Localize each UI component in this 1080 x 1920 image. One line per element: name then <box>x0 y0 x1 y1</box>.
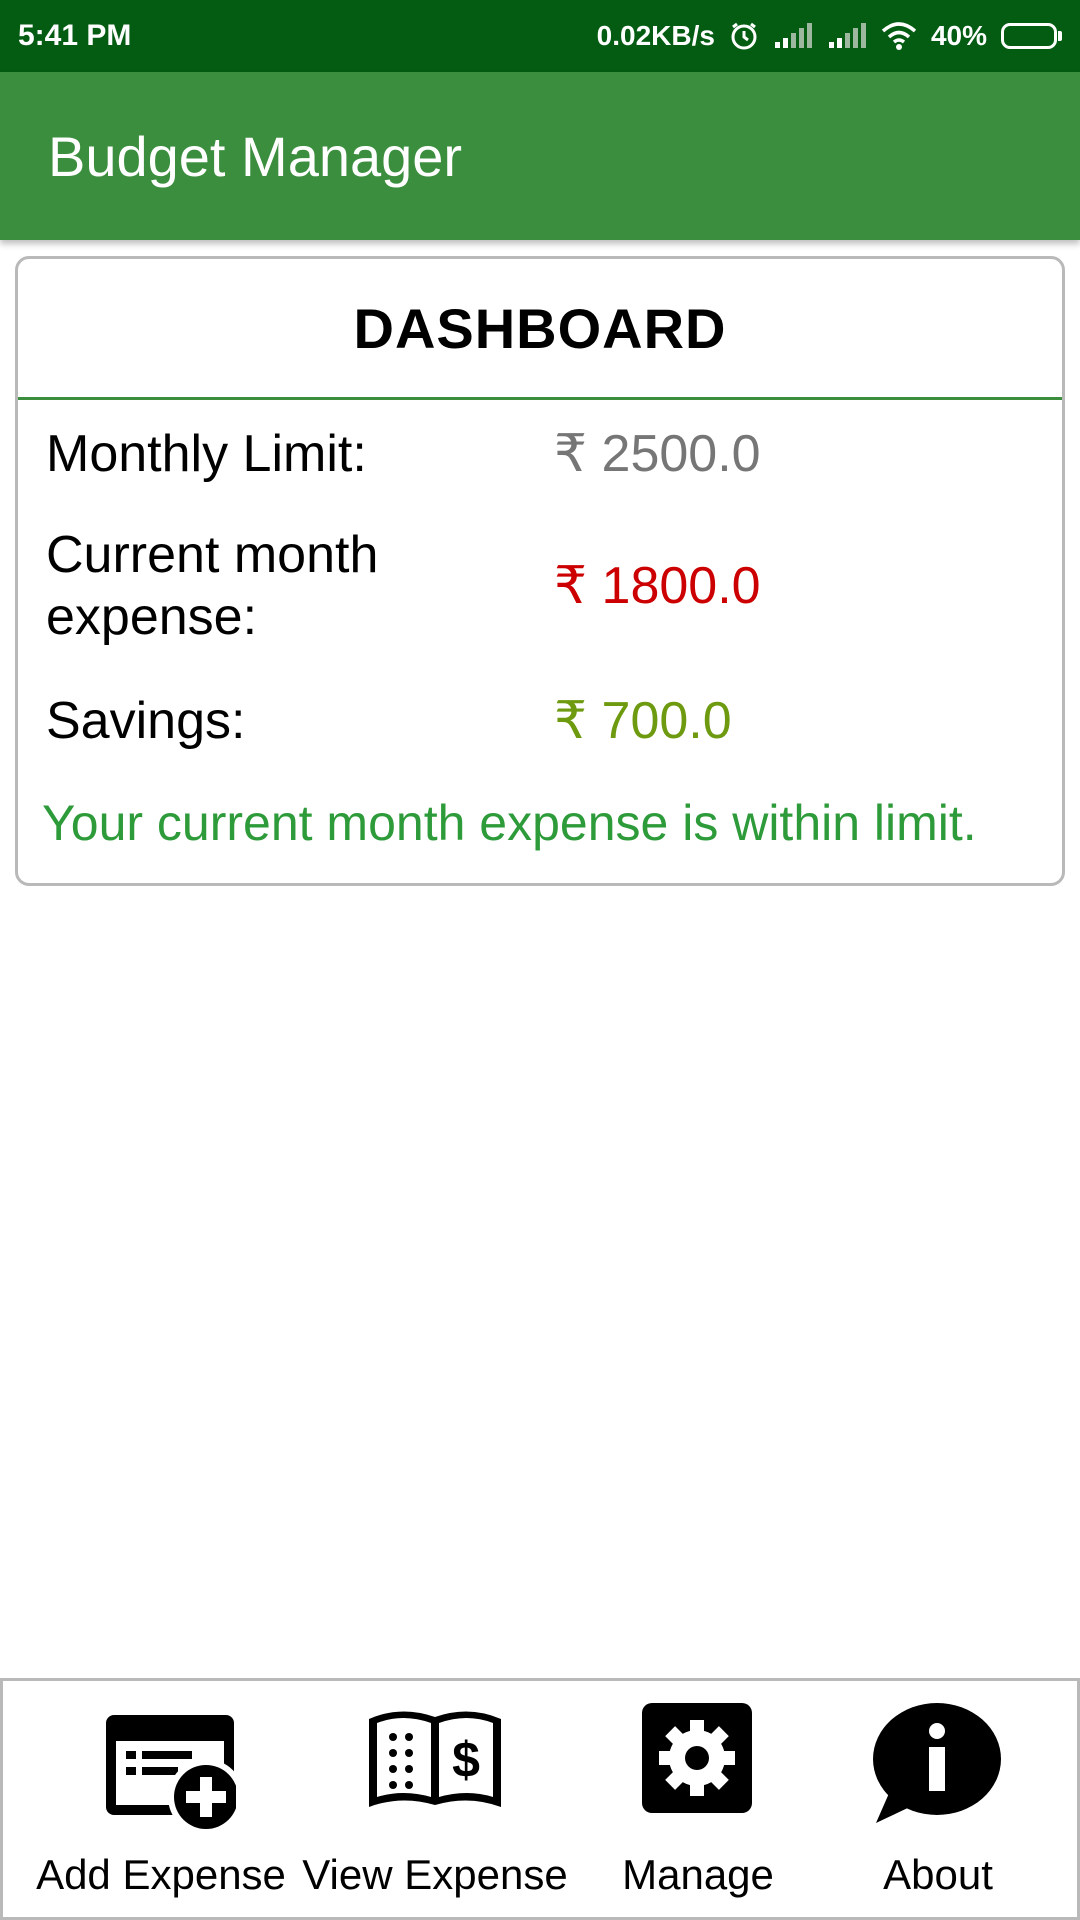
battery-icon <box>1001 23 1062 49</box>
monthly-limit-label: Monthly Limit: <box>46 425 367 483</box>
svg-text:$: $ <box>452 1732 480 1788</box>
status-icons: 0.02KB/s 40% <box>597 20 1062 52</box>
view-expense-label: View Expense <box>302 1851 568 1898</box>
savings-value: ₹ 700.0 <box>554 692 732 750</box>
current-expense-row: Current month expense: ₹ 1800.0 <box>46 524 1042 648</box>
about-label: About <box>883 1851 993 1898</box>
network-speed: 0.02KB/s <box>596 20 715 51</box>
status-bar: 5:41 PM 0.02KB/s 40% <box>0 0 1080 72</box>
battery-percent: 40% <box>930 20 987 51</box>
bottom-nav: Add Expense $ View Expense Manage About <box>0 1678 1080 1920</box>
manage-label: Manage <box>622 1851 774 1898</box>
monthly-limit-value: ₹ 2500.0 <box>554 425 761 483</box>
gear-icon <box>640 1701 754 1820</box>
monthly-limit-row: Monthly Limit: ₹ 2500.0 <box>46 419 1042 489</box>
app-bar: Budget Manager <box>0 72 1080 240</box>
info-icon <box>870 1701 1004 1830</box>
savings-label: Savings: <box>46 692 246 750</box>
about-button[interactable]: About <box>803 1681 1073 1917</box>
dashboard-header: DASHBOARD <box>18 259 1062 400</box>
current-expense-value: ₹ 1800.0 <box>554 557 761 615</box>
dashboard-card: DASHBOARD Monthly Limit: ₹ 2500.0 Curren… <box>15 256 1065 886</box>
dashboard-title: DASHBOARD <box>353 296 727 360</box>
add-expense-icon <box>86 1701 244 1842</box>
add-expense-button[interactable]: Add Expense <box>26 1681 296 1917</box>
current-expense-label: Current month expense: <box>46 526 379 646</box>
wifi-icon <box>881 21 917 51</box>
limit-status-message: Your current month expense is within lim… <box>42 795 977 851</box>
savings-row: Savings: ₹ 700.0 <box>46 686 1042 756</box>
view-expense-icon: $ <box>365 1701 505 1822</box>
add-expense-label: Add Expense <box>36 1851 286 1898</box>
app-title: Budget Manager <box>48 124 463 188</box>
view-expense-button[interactable]: $ View Expense <box>300 1681 570 1917</box>
status-time: 5:41 PM <box>18 19 132 52</box>
signal-icon <box>773 22 813 50</box>
signal-icon-2 <box>827 22 867 50</box>
manage-button[interactable]: Manage <box>563 1681 833 1917</box>
alarm-icon <box>729 21 759 51</box>
